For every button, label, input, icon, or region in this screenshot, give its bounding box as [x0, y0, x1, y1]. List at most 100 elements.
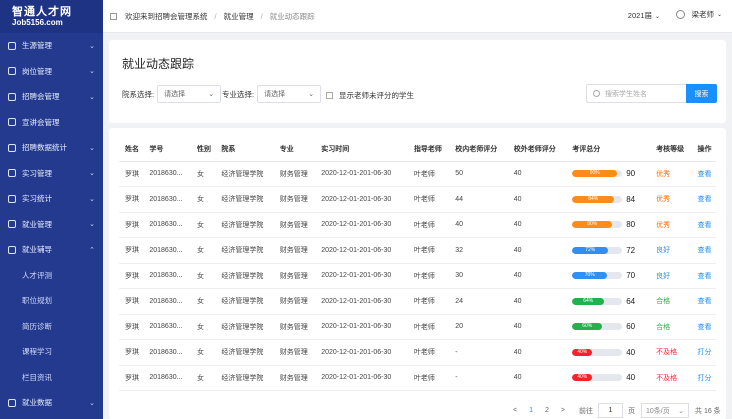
chevron-icon: ⌄	[89, 144, 95, 152]
sidebar-subitem[interactable]: 职位规划	[0, 288, 103, 314]
year-selector[interactable]: 2021届 ⌄	[628, 10, 660, 21]
score-progress-fill: 60%	[572, 323, 603, 331]
chevron-icon: ⌄	[89, 399, 95, 407]
column-header: 指导老师	[407, 138, 450, 162]
menu-icon	[8, 92, 16, 101]
cell-teacher: 叶老师	[407, 288, 450, 315]
year-label: 2021届	[627, 11, 652, 20]
sidebar-item[interactable]: 招聘会管理 ⌄	[0, 84, 103, 110]
sidebar-item[interactable]: 实习管理 ⌄	[0, 161, 103, 187]
sidebar-item[interactable]: 就业管理 ⌄	[0, 212, 103, 238]
sidebar-subitem[interactable]: 简历诊断	[0, 314, 103, 340]
score-progress-bar: 70%	[572, 272, 623, 280]
score-progress-bar: 84%	[572, 195, 623, 203]
column-header: 性别	[190, 138, 216, 162]
score-value: 40	[626, 373, 636, 383]
major-placeholder: 请选择	[264, 91, 286, 98]
next-page-button[interactable]: >	[561, 407, 565, 414]
view-button[interactable]: 查看	[691, 237, 716, 264]
sidebar-item[interactable]: 宣讲会管理	[0, 110, 103, 136]
column-header: 院系	[215, 138, 274, 162]
page-size-select[interactable]: 10条/页 ⌄	[641, 403, 689, 418]
score-progress-fill: 64%	[572, 297, 605, 305]
menu-icon	[8, 220, 16, 229]
cell-sex: 女	[190, 288, 216, 315]
cell-time: 2020-12-01-201-06-30	[315, 339, 408, 366]
view-button[interactable]: 查看	[691, 212, 716, 238]
view-button[interactable]: 查看	[691, 186, 716, 213]
sidebar-item[interactable]: 实习统计 ⌄	[0, 186, 103, 212]
cell-dept: 经济管理学院	[215, 212, 274, 238]
column-header: 实习时间	[315, 138, 408, 162]
score-progress-fill: 72%	[572, 246, 609, 254]
collapse-menu-icon[interactable]	[110, 12, 117, 20]
search-input[interactable]: 搜索学生姓名	[586, 84, 687, 103]
cell-major: 财务管理	[273, 263, 316, 289]
prev-page-button[interactable]: <	[513, 407, 517, 414]
app-root: 智通人才网 Job5156.com 生源管理 ⌄ 岗位管理 ⌄ 招聘会管理 ⌄ 宣讲会管理招…	[0, 0, 732, 419]
score-button[interactable]: 打分	[691, 339, 716, 366]
cell-major: 财务管理	[273, 161, 316, 187]
breadcrumb-separator: /	[260, 11, 263, 21]
menu-icon	[8, 143, 16, 152]
cell-time: 2020-12-01-201-06-30	[315, 263, 408, 289]
dept-filter: 院系选择: 请选择 ⌄	[122, 85, 222, 103]
unscored-checkbox[interactable]	[326, 92, 333, 99]
menu-icon	[8, 169, 16, 178]
search-button[interactable]: 搜索	[686, 84, 717, 103]
breadcrumb-home[interactable]: 欢迎来到招聘会管理系统	[125, 11, 208, 22]
view-button[interactable]: 查看	[691, 263, 716, 289]
view-button[interactable]: 查看	[691, 161, 716, 187]
breadcrumb-employment[interactable]: 就业管理	[224, 11, 254, 22]
menu-item-label: 实习管理	[22, 168, 52, 178]
sidebar-item[interactable]: 就业辅导 ⌃	[0, 237, 103, 263]
page-jump-input[interactable]: 1	[598, 403, 623, 418]
column-header: 操作	[691, 138, 716, 162]
cell-grade: 优秀	[650, 161, 692, 187]
cell-teacher: 叶老师	[407, 161, 450, 187]
cell-inner: 30	[449, 263, 508, 289]
cell-grade: 优秀	[650, 186, 692, 213]
cell-inner: -	[449, 365, 508, 391]
cell-name: 罗琪	[119, 339, 144, 366]
view-button[interactable]: 查看	[691, 288, 716, 315]
sidebar-item[interactable]: 招聘数据统计 ⌄	[0, 135, 103, 161]
cell-teacher: 叶老师	[407, 263, 450, 289]
cell-id: 2018630...	[143, 365, 191, 391]
user-menu[interactable]: 梁老师 ⌄	[676, 9, 722, 20]
sidebar-item[interactable]: 生源管理 ⌄	[0, 33, 103, 59]
sidebar-subitem[interactable]: 栏目资讯	[0, 365, 103, 391]
view-button[interactable]: 查看	[691, 314, 716, 340]
table-row: 罗琪 2018630... 女经济管理学院 财务管理 2020-12-01-201-06…	[119, 365, 716, 391]
cell-sex: 女	[190, 186, 216, 213]
cell-sex: 女	[190, 263, 216, 289]
cell-id: 2018630...	[143, 314, 191, 340]
column-header: 考核等级	[650, 138, 692, 162]
score-progress-bar: 90%	[572, 170, 623, 178]
score-button[interactable]: 打分	[691, 365, 716, 391]
sidebar-subitem[interactable]: 人才评测	[0, 263, 103, 289]
cell-outer: 40	[507, 314, 567, 340]
unscored-checkbox-row[interactable]: 显示老师未评分的学生	[326, 90, 414, 101]
page-1-button[interactable]: 1	[529, 407, 533, 414]
cell-total-score: 40% 40	[566, 365, 651, 391]
dept-select[interactable]: 请选择 ⌄	[157, 85, 222, 103]
sidebar-subitem[interactable]: 课程学习	[0, 339, 103, 365]
menu-icon	[8, 245, 16, 254]
column-header: 姓名	[119, 138, 144, 162]
table-header-row: 姓名 学号 性别 院系 专业 实习时间 指导老师 校内老师评分 校外老师评分 考评总分 考核等级 操作	[119, 138, 716, 162]
topbar: 欢迎来到招聘会管理系统 / 就业管理 / 就业动态跟踪 2021届 ⌄ 梁老师 ⌄	[103, 0, 732, 33]
chevron-icon: ⌄	[89, 195, 95, 203]
score-progress-fill: 70%	[572, 272, 608, 280]
cell-grade: 合格	[650, 314, 692, 340]
cell-grade: 不及格	[650, 339, 692, 366]
score-value: 40	[626, 347, 636, 357]
cell-grade: 良好	[650, 237, 692, 264]
sidebar-item[interactable]: 就业数据 ⌄	[0, 390, 103, 416]
page-2-button[interactable]: 2	[545, 407, 549, 414]
cell-time: 2020-12-01-201-06-30	[315, 186, 408, 213]
major-select[interactable]: 请选择 ⌄	[257, 85, 322, 103]
cell-major: 财务管理	[273, 212, 316, 238]
sidebar-item[interactable]: 岗位管理 ⌄	[0, 59, 103, 85]
logo-domain: Job5156.com	[12, 17, 63, 27]
